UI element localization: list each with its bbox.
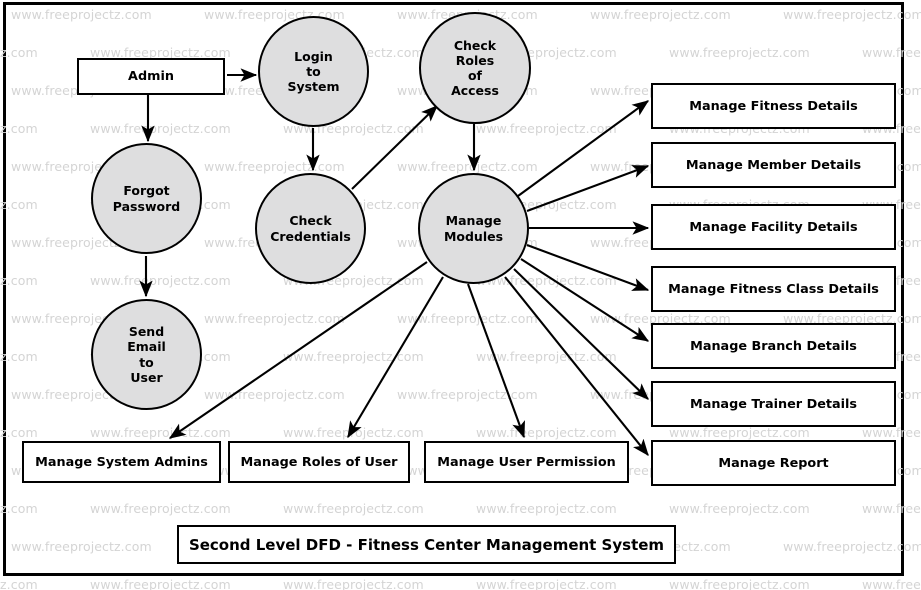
data-store-manage-member-details-label: Manage Member Details — [685, 157, 862, 173]
data-store-manage-system-admins[interactable]: Manage System Admins — [22, 441, 221, 483]
dfd-canvas: www.freeprojectz.com www.freeprojectz.com… — [0, 0, 921, 590]
data-store-manage-user-permission[interactable]: Manage User Permission — [424, 441, 629, 483]
flow-modules-trainer — [513, 268, 649, 400]
process-forgot-password-label: Forgot Password — [112, 183, 181, 214]
process-check-roles-of-access-label: Check Roles of Access — [451, 37, 499, 99]
flow-modules-fitnessclass — [526, 244, 650, 291]
process-check-credentials[interactable]: Check Credentials — [255, 173, 366, 284]
process-send-email-to-user-label: Send Email to User — [127, 324, 166, 385]
data-store-manage-roles-of-user-label: Manage Roles of User — [240, 454, 398, 470]
data-store-manage-trainer-details-label: Manage Trainer Details — [689, 396, 858, 412]
flow-modules-report — [504, 276, 649, 456]
diagram-title-box: Second Level DFD - Fitness Center Manage… — [177, 525, 676, 564]
data-store-manage-report-label: Manage Report — [718, 455, 829, 471]
flow-modules-branch — [520, 258, 650, 342]
process-forgot-password[interactable]: Forgot Password — [91, 143, 202, 254]
external-entity-admin-label: Admin — [128, 69, 174, 84]
data-store-manage-trainer-details[interactable]: Manage Trainer Details — [651, 381, 896, 427]
flow-modules-roles — [347, 276, 444, 439]
data-store-manage-fitness-details[interactable]: Manage Fitness Details — [651, 83, 896, 129]
data-store-manage-system-admins-label: Manage System Admins — [35, 454, 208, 470]
flow-modules-fitness — [517, 100, 650, 197]
data-store-manage-member-details[interactable]: Manage Member Details — [651, 142, 896, 188]
process-login-to-system-label: Login to System — [287, 48, 340, 95]
data-store-manage-facility-details[interactable]: Manage Facility Details — [651, 204, 896, 250]
data-store-manage-branch-details[interactable]: Manage Branch Details — [651, 323, 896, 369]
data-store-manage-user-permission-label: Manage User Permission — [437, 454, 616, 470]
data-store-manage-fitness-details-label: Manage Fitness Details — [689, 98, 858, 114]
flow-modules-member — [526, 165, 650, 212]
process-login-to-system[interactable]: Login to System — [258, 16, 369, 127]
data-store-manage-branch-details-label: Manage Branch Details — [690, 338, 857, 354]
data-store-manage-fitness-class-details-label: Manage Fitness Class Details — [668, 281, 879, 297]
flow-checkcred-checkroles — [351, 105, 438, 190]
data-store-manage-facility-details-label: Manage Facility Details — [689, 219, 858, 235]
process-check-credentials-label: Check Credentials — [270, 213, 351, 244]
flow-modules-sysadmins — [168, 261, 428, 439]
process-manage-modules-label: Manage Modules — [443, 213, 504, 244]
data-store-manage-report[interactable]: Manage Report — [651, 440, 896, 486]
data-store-manage-fitness-class-details[interactable]: Manage Fitness Class Details — [651, 266, 896, 312]
flow-modules-permission — [467, 283, 525, 439]
process-check-roles-of-access[interactable]: Check Roles of Access — [419, 12, 531, 124]
process-send-email-to-user[interactable]: Send Email to User — [91, 299, 202, 410]
external-entity-admin[interactable]: Admin — [77, 58, 225, 95]
diagram-title: Second Level DFD - Fitness Center Manage… — [188, 535, 665, 554]
data-store-manage-roles-of-user[interactable]: Manage Roles of User — [228, 441, 410, 483]
process-manage-modules[interactable]: Manage Modules — [418, 173, 529, 284]
